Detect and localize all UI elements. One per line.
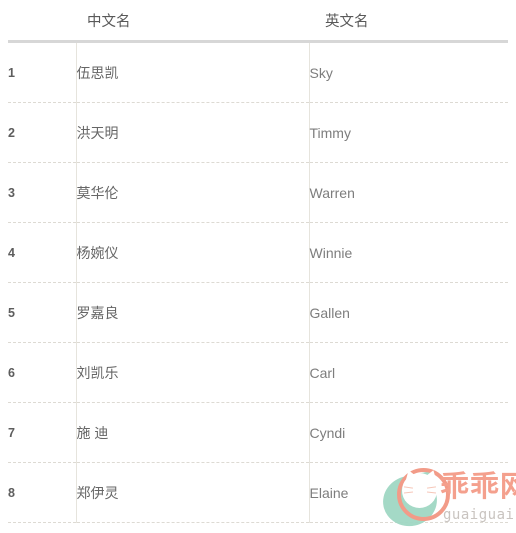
table-row: 2 洪天明 Timmy xyxy=(8,102,508,163)
cell-chinese-name: 伍思凯 xyxy=(75,41,309,103)
table-row: 6 刘凯乐 Carl xyxy=(8,342,508,403)
cell-english-name: Winnie xyxy=(308,222,508,283)
row-index: 3 xyxy=(8,162,76,223)
table-row: 7 施 迪 Cyndi xyxy=(8,402,508,463)
cell-english-name: Sky xyxy=(308,41,508,103)
cell-chinese-name: 施 迪 xyxy=(75,402,309,463)
cell-english-name: Elaine xyxy=(308,462,508,523)
row-index: 7 xyxy=(8,402,76,463)
cell-chinese-name: 洪天明 xyxy=(75,102,309,163)
column-header-english-name: 英文名 xyxy=(309,0,508,43)
table-header-row: 中文名 英文名 xyxy=(8,0,508,43)
cell-english-name: Carl xyxy=(308,342,508,403)
cell-english-name: Timmy xyxy=(308,102,508,163)
table-row: 8 郑伊灵 Elaine xyxy=(8,462,508,523)
column-header-index xyxy=(8,0,76,43)
table-body: 1 伍思凯 Sky 2 洪天明 Timmy 3 莫华伦 Warren 4 杨婉仪… xyxy=(8,41,508,523)
table-row: 1 伍思凯 Sky xyxy=(8,41,508,103)
cell-english-name: Gallen xyxy=(308,282,508,343)
table-header: 中文名 英文名 xyxy=(8,0,508,43)
celebrity-name-table: 中文名 英文名 1 伍思凯 Sky 2 洪天明 Timmy 3 莫华伦 Warr… xyxy=(8,0,508,523)
row-index: 5 xyxy=(8,282,76,343)
row-index: 8 xyxy=(8,462,76,523)
cell-english-name: Cyndi xyxy=(308,402,508,463)
cell-chinese-name: 罗嘉良 xyxy=(75,282,309,343)
row-index: 4 xyxy=(8,222,76,283)
cell-chinese-name: 莫华伦 xyxy=(75,162,309,223)
table-row: 3 莫华伦 Warren xyxy=(8,162,508,223)
row-index: 1 xyxy=(8,41,76,103)
cell-english-name: Warren xyxy=(308,162,508,223)
cell-chinese-name: 刘凯乐 xyxy=(75,342,309,403)
column-header-chinese-name: 中文名 xyxy=(76,0,309,43)
cell-chinese-name: 杨婉仪 xyxy=(75,222,309,283)
cell-chinese-name: 郑伊灵 xyxy=(75,462,309,523)
row-index: 6 xyxy=(8,342,76,403)
table-row: 4 杨婉仪 Winnie xyxy=(8,222,508,283)
table-row: 5 罗嘉良 Gallen xyxy=(8,282,508,343)
row-index: 2 xyxy=(8,102,76,163)
